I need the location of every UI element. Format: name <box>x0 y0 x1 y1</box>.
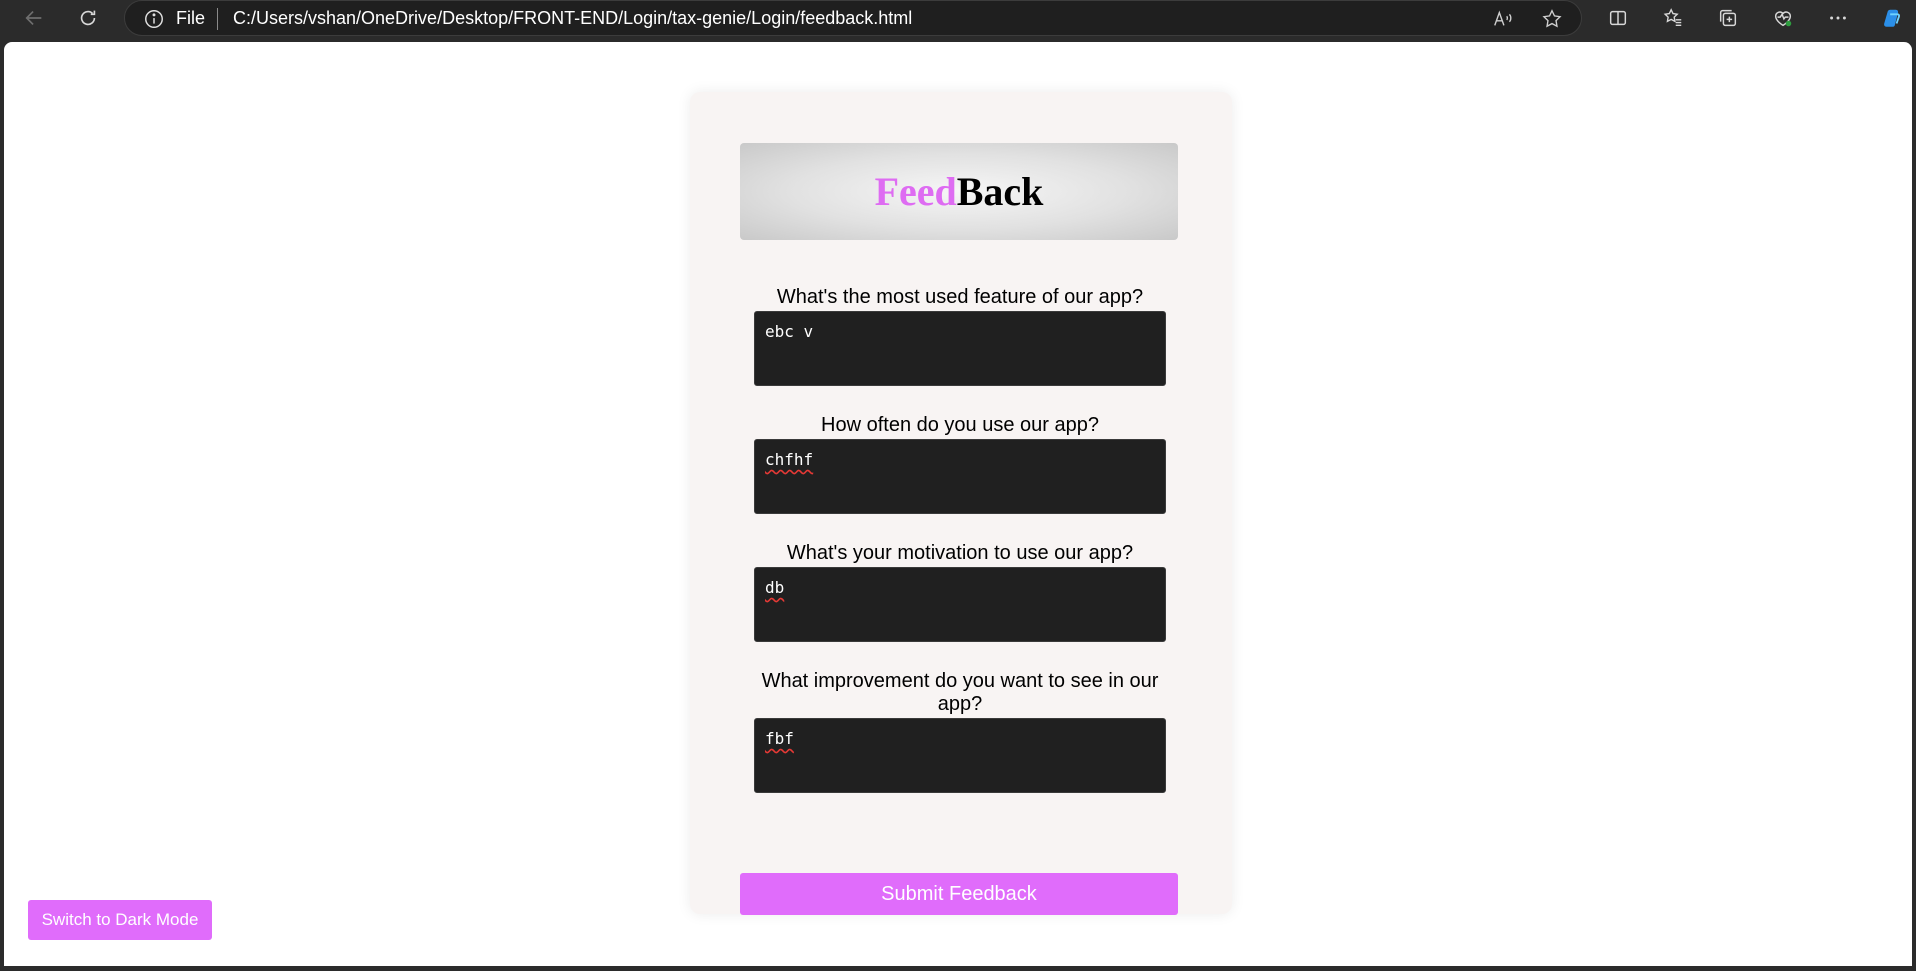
favorite-star-icon[interactable] <box>1541 8 1563 30</box>
question-label-1: What's the most used feature of our app? <box>776 286 1144 308</box>
answer-textarea-1[interactable]: ebc v <box>754 311 1166 386</box>
refresh-icon[interactable] <box>70 2 106 34</box>
address-bar[interactable]: File C:/Users/vshan/OneDrive/Desktop/FRO… <box>124 0 1582 36</box>
answer-textarea-2[interactable]: chfhf <box>754 439 1166 514</box>
question-label-3: What's your motivation to use our app? <box>786 542 1134 564</box>
title-back: Back <box>956 169 1044 214</box>
read-aloud-icon[interactable] <box>1492 8 1514 30</box>
answer-text-1: ebc v <box>765 322 814 341</box>
back-arrow-icon[interactable] <box>16 2 52 34</box>
answer-textarea-3[interactable]: db <box>754 567 1166 642</box>
address-url[interactable]: C:/Users/vshan/OneDrive/Desktop/FRONT-EN… <box>233 8 912 29</box>
answer-textarea-4[interactable]: fbf <box>754 718 1166 793</box>
answer-text-3: db <box>765 578 785 597</box>
address-divider <box>217 8 218 30</box>
browser-toolbar: File C:/Users/vshan/OneDrive/Desktop/FRO… <box>0 0 1916 40</box>
dark-mode-toggle-button[interactable]: Switch to Dark Mode <box>28 900 212 940</box>
answer-text-2: chfhf <box>765 450 814 469</box>
submit-feedback-button[interactable]: Submit Feedback <box>740 873 1178 915</box>
browser-essentials-icon[interactable] <box>1765 2 1801 34</box>
address-scheme: File <box>176 8 206 28</box>
favorites-icon[interactable] <box>1655 2 1691 34</box>
copilot-icon[interactable] <box>1874 2 1910 34</box>
title-feed: Feed <box>874 169 957 214</box>
question-label-4: What improvement do you want to see in o… <box>761 670 1159 715</box>
page-viewport: Feed Back What's the most used feature of… <box>4 42 1912 966</box>
split-screen-icon[interactable] <box>1600 2 1636 34</box>
feedback-card: Feed Back What's the most used feature of… <box>690 92 1232 915</box>
feedback-title-banner: Feed Back <box>740 143 1178 240</box>
question-label-2: How often do you use our app? <box>821 414 1099 436</box>
info-icon[interactable] <box>143 8 165 30</box>
answer-text-4: fbf <box>765 729 794 748</box>
more-icon[interactable] <box>1820 2 1856 34</box>
collections-icon[interactable] <box>1710 2 1746 34</box>
